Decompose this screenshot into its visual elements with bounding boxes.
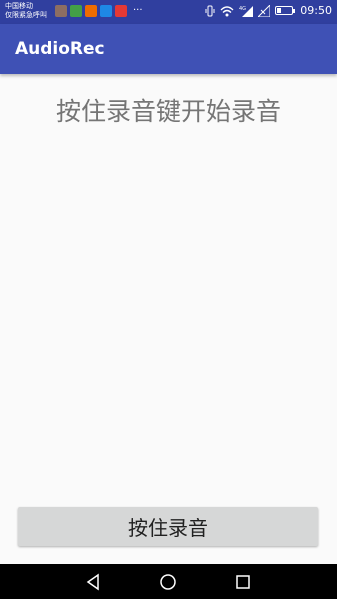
gallery-icon xyxy=(100,5,112,17)
notification-icons: ··· xyxy=(55,5,143,17)
weibo-icon xyxy=(85,5,97,17)
vibrate-icon xyxy=(205,5,215,16)
location-icon xyxy=(115,5,127,17)
recording-hint: 按住录音键开始录音 xyxy=(55,97,281,126)
navigation-bar xyxy=(0,564,337,599)
recents-icon[interactable] xyxy=(233,572,253,592)
wechat-icon xyxy=(70,5,82,17)
network-type-label: 4G xyxy=(239,6,246,12)
app-icon xyxy=(55,5,67,17)
home-icon[interactable] xyxy=(158,572,178,592)
hold-to-record-button[interactable]: 按住录音 xyxy=(18,507,318,546)
carrier-status: 仅限紧急呼叫 xyxy=(5,11,47,19)
app-title: AudioRec xyxy=(15,39,105,59)
wifi-icon xyxy=(220,5,234,16)
more-notifications-icon: ··· xyxy=(133,5,143,16)
status-bar: 中国移动 仅限紧急呼叫 ··· 4G 09:50 xyxy=(0,0,337,24)
clock-time: 09:50 xyxy=(300,4,332,17)
battery-icon xyxy=(275,6,296,15)
no-sim-signal-icon xyxy=(258,4,271,17)
back-icon[interactable] xyxy=(84,572,104,592)
system-icons: 4G 09:50 xyxy=(205,4,332,17)
action-bar: AudioRec xyxy=(0,24,337,74)
carrier-name: 中国移动 xyxy=(5,2,33,10)
signal-icon: 4G xyxy=(239,5,254,17)
carrier-info: 中国移动 仅限紧急呼叫 xyxy=(5,2,47,20)
